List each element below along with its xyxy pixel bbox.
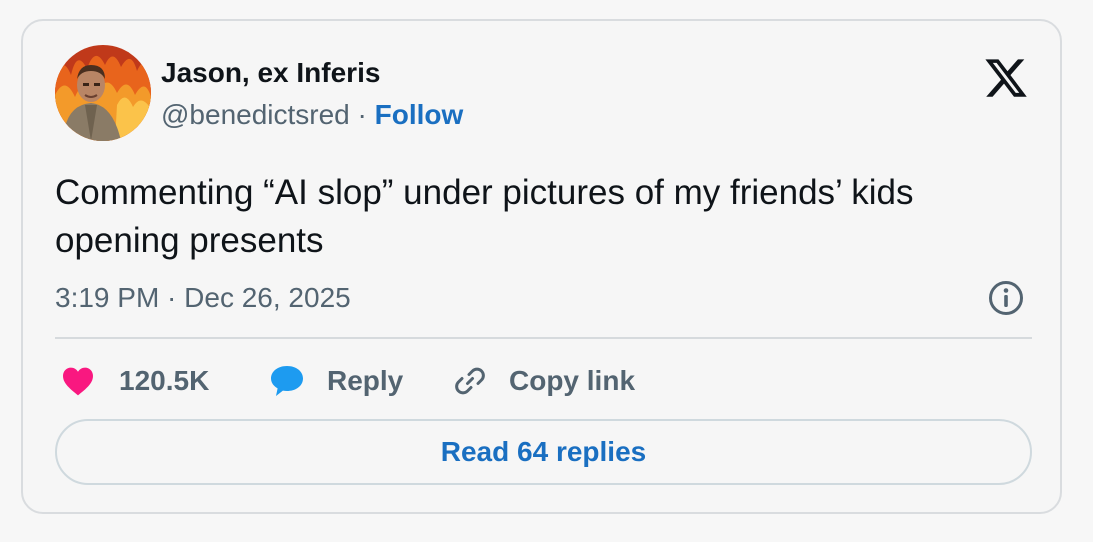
reply-button[interactable]: Reply — [269, 359, 403, 403]
handle[interactable]: @benedictsred — [161, 99, 350, 130]
divider — [55, 337, 1032, 339]
read-replies-label: Read 64 replies — [440, 436, 647, 467]
read-replies-button[interactable]: Read 64 replies — [55, 419, 1032, 485]
avatar-image — [55, 45, 151, 141]
like-count: 120.5K — [119, 365, 210, 396]
follow-link[interactable]: Follow — [375, 99, 464, 130]
display-name[interactable]: Jason, ex Inferis — [161, 57, 380, 89]
like-button[interactable]: 120.5K — [61, 359, 209, 403]
speech-bubble-icon — [271, 366, 303, 396]
embedded-post-card: Jason, ex Inferis @benedictsred · Follow… — [21, 19, 1062, 514]
copy-link-label: Copy link — [509, 365, 636, 396]
post-text: Commenting “AI slop” under pictures of m… — [55, 173, 914, 260]
x-logo-icon[interactable] — [983, 55, 1029, 101]
heart-icon — [63, 367, 93, 396]
handle-row: @benedictsred · Follow — [161, 99, 463, 131]
copy-link-button[interactable]: Copy link — [453, 359, 635, 403]
info-icon[interactable] — [987, 279, 1025, 317]
link-icon — [455, 367, 485, 395]
post-timestamp[interactable]: 3:19 PM · Dec 26, 2025 — [55, 281, 351, 315]
avatar[interactable] — [55, 45, 151, 141]
reply-label: Reply — [327, 365, 404, 396]
separator: · — [349, 99, 375, 130]
